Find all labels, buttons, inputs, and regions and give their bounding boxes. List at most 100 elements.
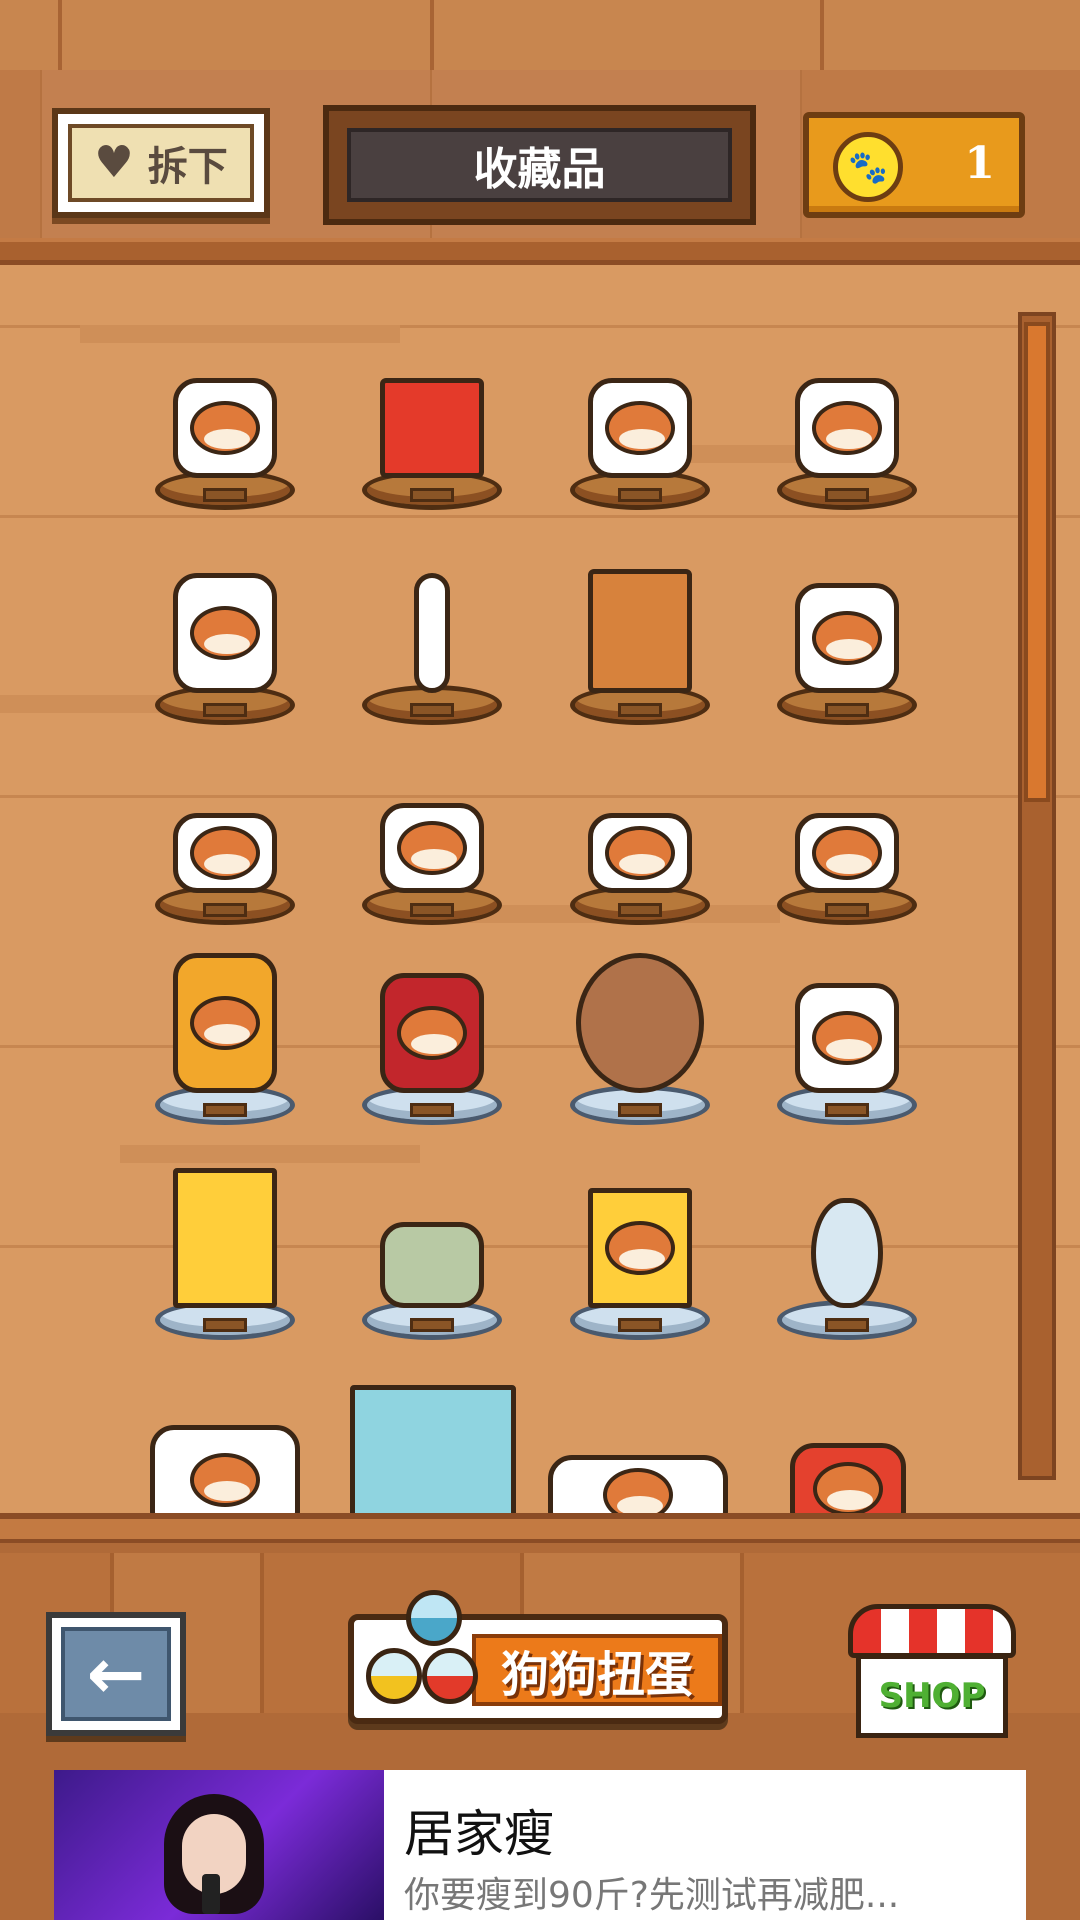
collection-item[interactable] [570, 1180, 710, 1340]
wood-grain [80, 325, 400, 343]
shiba-painting-icon [380, 378, 484, 478]
item-plaque [203, 1103, 247, 1117]
item-plaque [203, 703, 247, 717]
collection-item[interactable] [150, 1415, 320, 1513]
shiba-sofa-icon [795, 983, 899, 1093]
header-wood-top [0, 0, 1080, 70]
item-plaque [410, 703, 454, 717]
collection-item[interactable] [362, 360, 502, 510]
collection-item[interactable] [777, 360, 917, 510]
shiba-with-box-icon [795, 813, 899, 893]
shiba-shelf-icon [150, 1425, 300, 1513]
collection-item[interactable] [155, 1160, 295, 1340]
item-plaque [618, 1103, 662, 1117]
collection-item[interactable] [570, 565, 710, 725]
item-plaque [825, 703, 869, 717]
item-plaque [618, 703, 662, 717]
collection-item[interactable] [777, 975, 917, 1125]
shiba-flowers-icon [548, 1455, 728, 1513]
page-title-inner: 收藏品 [347, 128, 732, 202]
item-plaque [618, 903, 662, 917]
collection-item[interactable] [777, 1190, 917, 1340]
item-plaque [203, 1318, 247, 1332]
shop-sign: SHOP [856, 1654, 1008, 1738]
ad-description: 你要瘦到90斤?先测试再减肥... [404, 1875, 900, 1916]
ad-banner[interactable]: 居家瘦 你要瘦到90斤?先测试再减肥... [54, 1770, 1026, 1920]
collection-item[interactable] [155, 565, 295, 725]
collection-shelf[interactable] [0, 265, 1080, 1513]
ad-image [54, 1770, 384, 1920]
collection-item[interactable] [790, 1435, 910, 1513]
item-plaque [410, 1103, 454, 1117]
computer-icon [588, 1188, 692, 1308]
collection-item[interactable] [362, 965, 502, 1125]
collection-item[interactable] [570, 945, 710, 1125]
collection-item[interactable] [362, 1210, 502, 1340]
shiba-with-flowers-icon [588, 813, 692, 893]
gacha-label: 狗狗扭蛋 [500, 1647, 693, 1703]
capsule-icon [406, 1590, 462, 1646]
collection-item[interactable] [362, 565, 502, 725]
wardrobe-icon [588, 569, 692, 693]
scrollbar-thumb[interactable] [1024, 322, 1050, 802]
unequip-button[interactable]: ♥ 拆下 [52, 108, 270, 218]
shop-label: SHOP [878, 1676, 986, 1716]
collection-item[interactable] [155, 795, 295, 925]
item-plaque [618, 488, 662, 502]
shiba-lamp-icon [414, 573, 450, 693]
back-button[interactable]: ← [46, 1612, 186, 1736]
page-title-board: 收藏品 [323, 105, 756, 225]
wood-plank-line [0, 515, 1080, 518]
shop-button[interactable]: SHOP [848, 1604, 1016, 1740]
capsule-icon [366, 1648, 422, 1704]
scrollbar-track[interactable] [1018, 312, 1056, 1480]
heart-icon: ♥ [94, 137, 134, 188]
shiba-armchair-icon [173, 953, 277, 1093]
collection-item[interactable] [548, 1445, 738, 1513]
sleeping-shiba-icon [173, 813, 277, 893]
tv-cabinet-icon [173, 1168, 277, 1308]
television-icon [350, 1385, 516, 1513]
collection-item[interactable] [777, 565, 917, 725]
top-bar: ♥ 拆下 收藏品 🐾 1 [0, 0, 1080, 266]
ad-person-image [154, 1794, 274, 1920]
item-plaque [203, 903, 247, 917]
collection-item[interactable] [777, 795, 917, 925]
coin-counter: 🐾 1 [803, 112, 1025, 218]
shiba-figure-icon [588, 378, 692, 478]
capsule-icon [422, 1648, 478, 1704]
gacha-label-box: 狗狗扭蛋 [472, 1634, 722, 1706]
shiba-mirror-icon [811, 1198, 883, 1308]
shiba-red-chair-icon [380, 973, 484, 1093]
paw-coin-icon: 🐾 [833, 132, 903, 202]
unequip-button-face: ♥ 拆下 [68, 124, 254, 202]
item-plaque [618, 1318, 662, 1332]
collection-item[interactable] [350, 1375, 520, 1513]
collection-item[interactable] [155, 360, 295, 510]
shiba-with-hat-icon [380, 803, 484, 893]
shiba-with-bowl-icon [795, 378, 899, 478]
item-plaque [825, 1318, 869, 1332]
bottom-rail [0, 1513, 1080, 1543]
collection-item[interactable] [570, 360, 710, 510]
shop-awning-icon [848, 1604, 1016, 1658]
item-plaque [410, 488, 454, 502]
coin-count: 1 [964, 138, 995, 189]
header-shelf-edge [0, 238, 1080, 266]
item-plaque [825, 903, 869, 917]
collection-item[interactable] [570, 795, 710, 925]
shiba-with-cactus-icon [173, 573, 277, 693]
page-title: 收藏品 [473, 144, 606, 195]
gacha-button[interactable]: 狗狗扭蛋 [318, 1590, 728, 1740]
shiba-figure-icon [173, 378, 277, 478]
item-plaque [410, 1318, 454, 1332]
collection-item[interactable] [155, 945, 295, 1125]
item-plaque [825, 488, 869, 502]
item-plaque [410, 903, 454, 917]
back-arrow-icon: ← [61, 1627, 171, 1721]
shiba-bed-icon [790, 1443, 906, 1513]
unequip-label: 拆下 [147, 144, 228, 190]
ad-title: 居家瘦 [404, 1805, 554, 1863]
collection-item[interactable] [362, 785, 502, 925]
item-plaque [203, 488, 247, 502]
